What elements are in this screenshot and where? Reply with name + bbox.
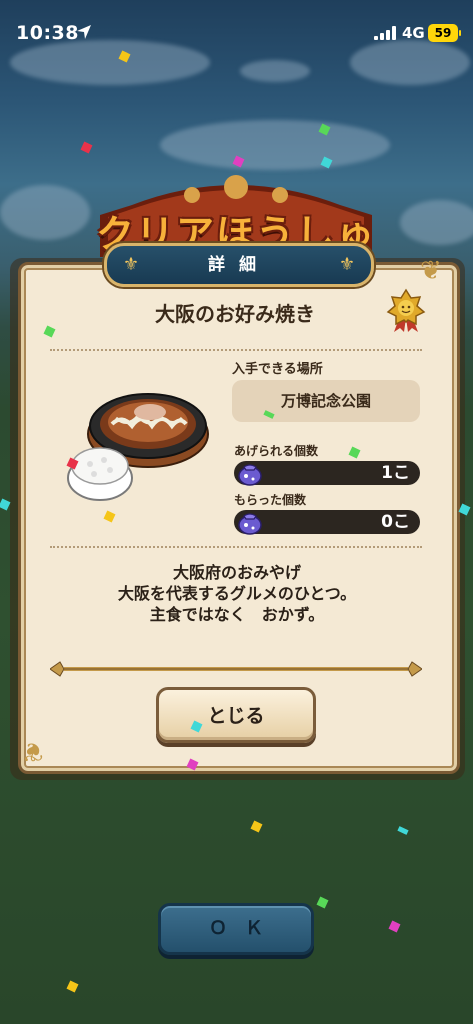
giftable-label: あげられる個数 <box>234 444 319 458</box>
tab-title: 詳細 <box>208 255 270 275</box>
fleur-icon: ⚜ <box>122 254 140 275</box>
giftable-counter: 1こ <box>234 461 420 486</box>
ornament-divider <box>50 661 422 677</box>
received-value: 0こ <box>381 512 410 532</box>
description-line: 大阪を代表するグルメのひとつ。 <box>117 584 357 603</box>
confetti <box>80 141 93 154</box>
confetti <box>397 826 409 835</box>
received-label: もらった個数 <box>234 493 307 507</box>
cloud <box>400 200 473 245</box>
location-arrow-icon <box>77 25 91 39</box>
confetti <box>0 498 11 511</box>
close-button[interactable]: とじる <box>156 687 316 743</box>
description-line: 主食ではなく おかず。 <box>149 605 325 624</box>
confetti <box>250 820 263 833</box>
network-type: 4G <box>402 24 425 42</box>
cloud <box>160 120 390 170</box>
corner-ornament-icon: ❦ <box>420 256 442 286</box>
okonomiyaki-image <box>67 393 209 501</box>
giftable-value: 1こ <box>381 463 410 483</box>
location-label: 入手できる場所 <box>232 362 323 377</box>
description-line: 大阪府のおみやげ <box>172 563 301 582</box>
tab-detail: ⚜ 詳細 ⚜ <box>104 243 374 287</box>
confetti <box>316 896 329 909</box>
fleur-icon: ⚜ <box>338 254 356 275</box>
status-bar: 10:38 4G 59 <box>0 0 473 66</box>
ok-button[interactable]: ＯＫ <box>158 903 314 955</box>
item-name: 大阪のお好み焼き <box>155 302 315 326</box>
battery-icon: 59 <box>428 24 461 42</box>
corner-ornament-icon: ❦ <box>22 736 44 766</box>
received-counter: 0こ <box>234 510 420 535</box>
location-value: 万博記念公園 <box>232 380 420 422</box>
divider <box>50 546 422 548</box>
cellular-signal-icon <box>374 26 396 40</box>
divider <box>50 349 422 351</box>
gold-medal-icon <box>386 288 426 332</box>
gift-bag-icon <box>238 513 262 535</box>
gift-bag-icon <box>238 464 262 486</box>
item-description: 大阪府のおみやげ 大阪を代表するグルメのひとつ。 主食ではなく おかず。 <box>40 562 434 625</box>
confetti <box>388 920 401 933</box>
confetti <box>66 980 79 993</box>
status-time: 10:38 <box>16 22 79 44</box>
